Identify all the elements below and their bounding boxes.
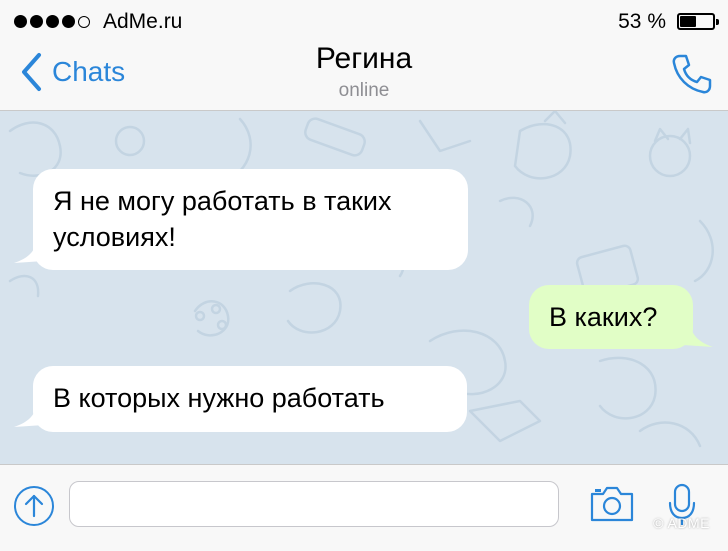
battery-icon [677,13,719,30]
chat-screen: AdMe.ru 53 % Chats Регина online Я не мо… [0,0,728,551]
battery-percent: 53 % [618,10,666,33]
message-bubble-outgoing[interactable]: В каких? [529,285,693,349]
message-text-line: условиях! [53,222,176,252]
bubble-tail [683,327,713,347]
message-text-line: В каких? [549,302,658,332]
camera-icon [590,486,634,522]
bubble-tail [14,407,44,427]
attach-arrow-up-icon [14,486,54,526]
signal-dots-icon [14,15,93,28]
message-text-line: Я не могу работать в таких [53,186,392,216]
bubble-tail [14,243,44,263]
call-button[interactable] [670,52,714,101]
carrier-name: AdMe.ru [103,10,183,33]
battery-level-fill [680,16,697,27]
contact-status: online [338,80,390,101]
phone-icon [672,54,712,94]
nav-bar: Chats Регина online [0,42,728,111]
contact-name: Регина [315,42,413,75]
watermark: © ADME [653,515,710,531]
message-text-line: В которых нужно работать [53,383,385,413]
status-bar: AdMe.ru 53 % [0,0,728,42]
attach-button[interactable] [13,485,55,532]
message-input[interactable] [69,481,559,527]
chat-area[interactable]: Я не могу работать в таких условиях! В к… [0,111,728,464]
message-bubble-incoming[interactable]: В которых нужно работать [33,366,467,432]
camera-button[interactable] [589,485,635,528]
message-bubble-incoming[interactable]: Я не могу работать в таких условиях! [33,169,468,270]
input-bar: © ADME [0,464,728,551]
